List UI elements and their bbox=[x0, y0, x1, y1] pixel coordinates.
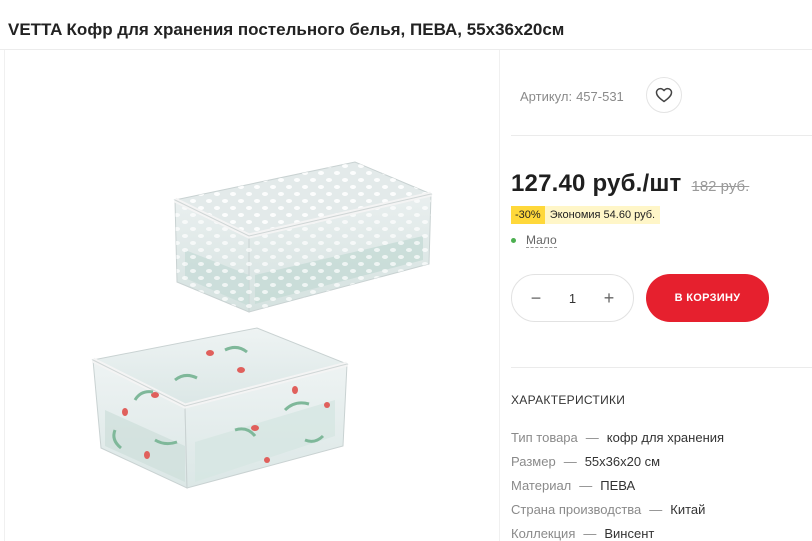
current-price: 127.40 руб./шт bbox=[511, 170, 682, 197]
spec-row: Материал — ПЕВА bbox=[511, 478, 635, 493]
spec-value: ПЕВА bbox=[600, 478, 636, 493]
spec-separator: — bbox=[563, 454, 577, 469]
product-title: VETTA Кофр для хранения постельного бель… bbox=[8, 20, 565, 39]
quantity-stepper: − + bbox=[511, 274, 634, 322]
spec-row: Коллекция — Винсент bbox=[511, 526, 654, 541]
sku-label: Артикул: bbox=[520, 88, 573, 104]
old-price: 182 руб. bbox=[691, 178, 750, 195]
discount-savings: Экономия 54.60 руб. bbox=[544, 206, 661, 224]
price-row: 127.40 руб./шт 182 руб. bbox=[511, 170, 749, 198]
spec-row: Страна производства — Китай bbox=[511, 502, 705, 517]
decrease-quantity-button[interactable]: − bbox=[526, 288, 546, 308]
sku-row: Артикул: 457-531 bbox=[520, 78, 624, 114]
increase-quantity-button[interactable]: + bbox=[599, 288, 619, 308]
product-image bbox=[91, 161, 433, 489]
sku-value: 457-531 bbox=[576, 88, 624, 104]
favorite-button[interactable] bbox=[646, 77, 682, 113]
spec-key: Размер bbox=[511, 454, 556, 469]
heart-icon bbox=[655, 87, 673, 103]
discount-badge: -30% Экономия 54.60 руб. bbox=[511, 206, 661, 224]
stock-label[interactable]: Мало bbox=[526, 233, 557, 248]
storage-box-dotted bbox=[173, 161, 433, 313]
discount-percent: -30% bbox=[511, 206, 545, 224]
spec-key: Коллекция bbox=[511, 526, 576, 541]
storage-box-floral bbox=[91, 327, 349, 489]
quantity-input[interactable] bbox=[557, 290, 588, 306]
spec-key: Страна производства bbox=[511, 502, 642, 517]
spec-value: кофр для хранения bbox=[606, 430, 725, 445]
specs-title: ХАРАКТЕРИСТИКИ bbox=[511, 393, 626, 407]
spec-key: Материал bbox=[511, 478, 572, 493]
spec-value: 55x36x20 см bbox=[584, 454, 661, 469]
spec-separator: — bbox=[585, 430, 599, 445]
spec-value: Китай bbox=[670, 502, 706, 517]
spec-separator: — bbox=[583, 526, 597, 541]
stock-status: Мало bbox=[511, 233, 557, 248]
spec-separator: — bbox=[649, 502, 663, 517]
add-to-cart-button[interactable]: В КОРЗИНУ bbox=[646, 274, 769, 322]
divider bbox=[511, 367, 812, 368]
divider bbox=[511, 135, 812, 136]
spec-value: Винсент bbox=[604, 526, 655, 541]
stock-indicator-dot bbox=[511, 238, 516, 243]
spec-row: Тип товара — кофр для хранения bbox=[511, 430, 724, 445]
product-image-gallery[interactable] bbox=[4, 50, 500, 541]
spec-row: Размер — 55x36x20 см bbox=[511, 454, 660, 469]
spec-key: Тип товара bbox=[511, 430, 578, 445]
spec-separator: — bbox=[579, 478, 593, 493]
